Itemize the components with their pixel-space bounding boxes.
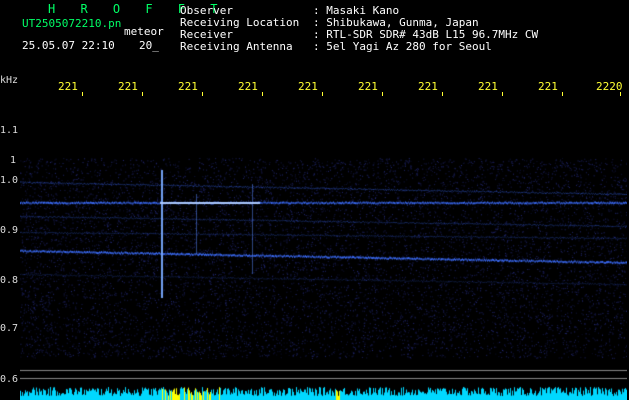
x-tick-mark [620, 92, 621, 96]
x-tick-mark [502, 92, 503, 96]
x-tick-mark [262, 92, 263, 96]
y-tick-label: 1.1 [0, 125, 19, 136]
datetime: 25.05.07 22:10 [22, 39, 115, 52]
x-tick-mark [142, 92, 143, 96]
amplitude-bar [20, 386, 627, 400]
x-tick-mark [82, 92, 83, 96]
y-tick-label: 1.0 [0, 175, 19, 186]
x-tick-label: 221 [538, 80, 558, 93]
filename: UT2505072210.pn [22, 17, 122, 30]
x-tick-mark [322, 92, 323, 96]
y-tick-label: 0.6 [0, 374, 19, 385]
x-tick-label: 221 [118, 80, 138, 93]
y-tick-label: 0.8 [0, 275, 19, 286]
x-tick-mark [442, 92, 443, 96]
x-tick-mark [202, 92, 203, 96]
antenna-value: : 5el Yagi Az 280 for Seoul [313, 40, 492, 53]
y-tick-label: 0.9 [0, 225, 19, 236]
detection-tag: meteor [124, 25, 164, 38]
spectrogram [20, 98, 627, 386]
y-unit-label: kHz [0, 75, 19, 86]
x-tick-label: 2220 [596, 80, 623, 93]
antenna-label: Receiving Antenna [180, 40, 293, 53]
y-tick-label: 1 [9, 155, 16, 166]
x-tick-label: 221 [238, 80, 258, 93]
x-tick-label: 221 [58, 80, 78, 93]
page-number: 20_ [139, 39, 159, 52]
y-tick-label: 0.7 [0, 323, 19, 334]
x-tick-label: 221 [478, 80, 498, 93]
x-tick-label: 221 [418, 80, 438, 93]
x-tick-mark [562, 92, 563, 96]
x-tick-label: 221 [358, 80, 378, 93]
x-tick-label: 221 [178, 80, 198, 93]
x-tick-label: 221 [298, 80, 318, 93]
x-tick-mark [382, 92, 383, 96]
